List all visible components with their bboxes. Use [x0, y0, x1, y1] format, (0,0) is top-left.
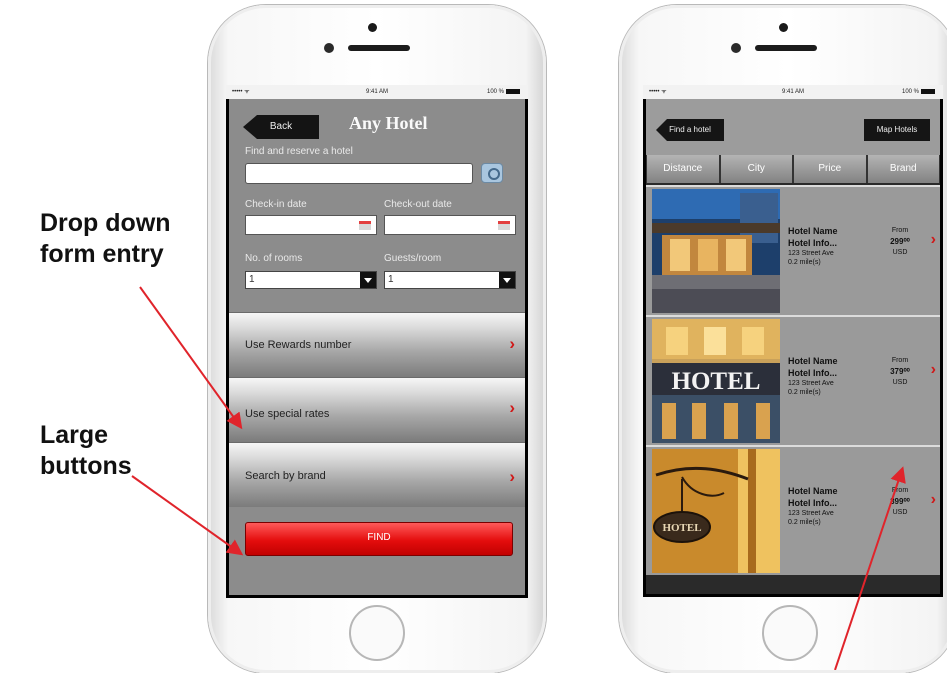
arrow-buttons [131, 475, 244, 556]
annotation-arrows [131, 286, 906, 670]
arrow-dropdown [139, 286, 243, 430]
arrow-result-chevron [834, 466, 906, 670]
